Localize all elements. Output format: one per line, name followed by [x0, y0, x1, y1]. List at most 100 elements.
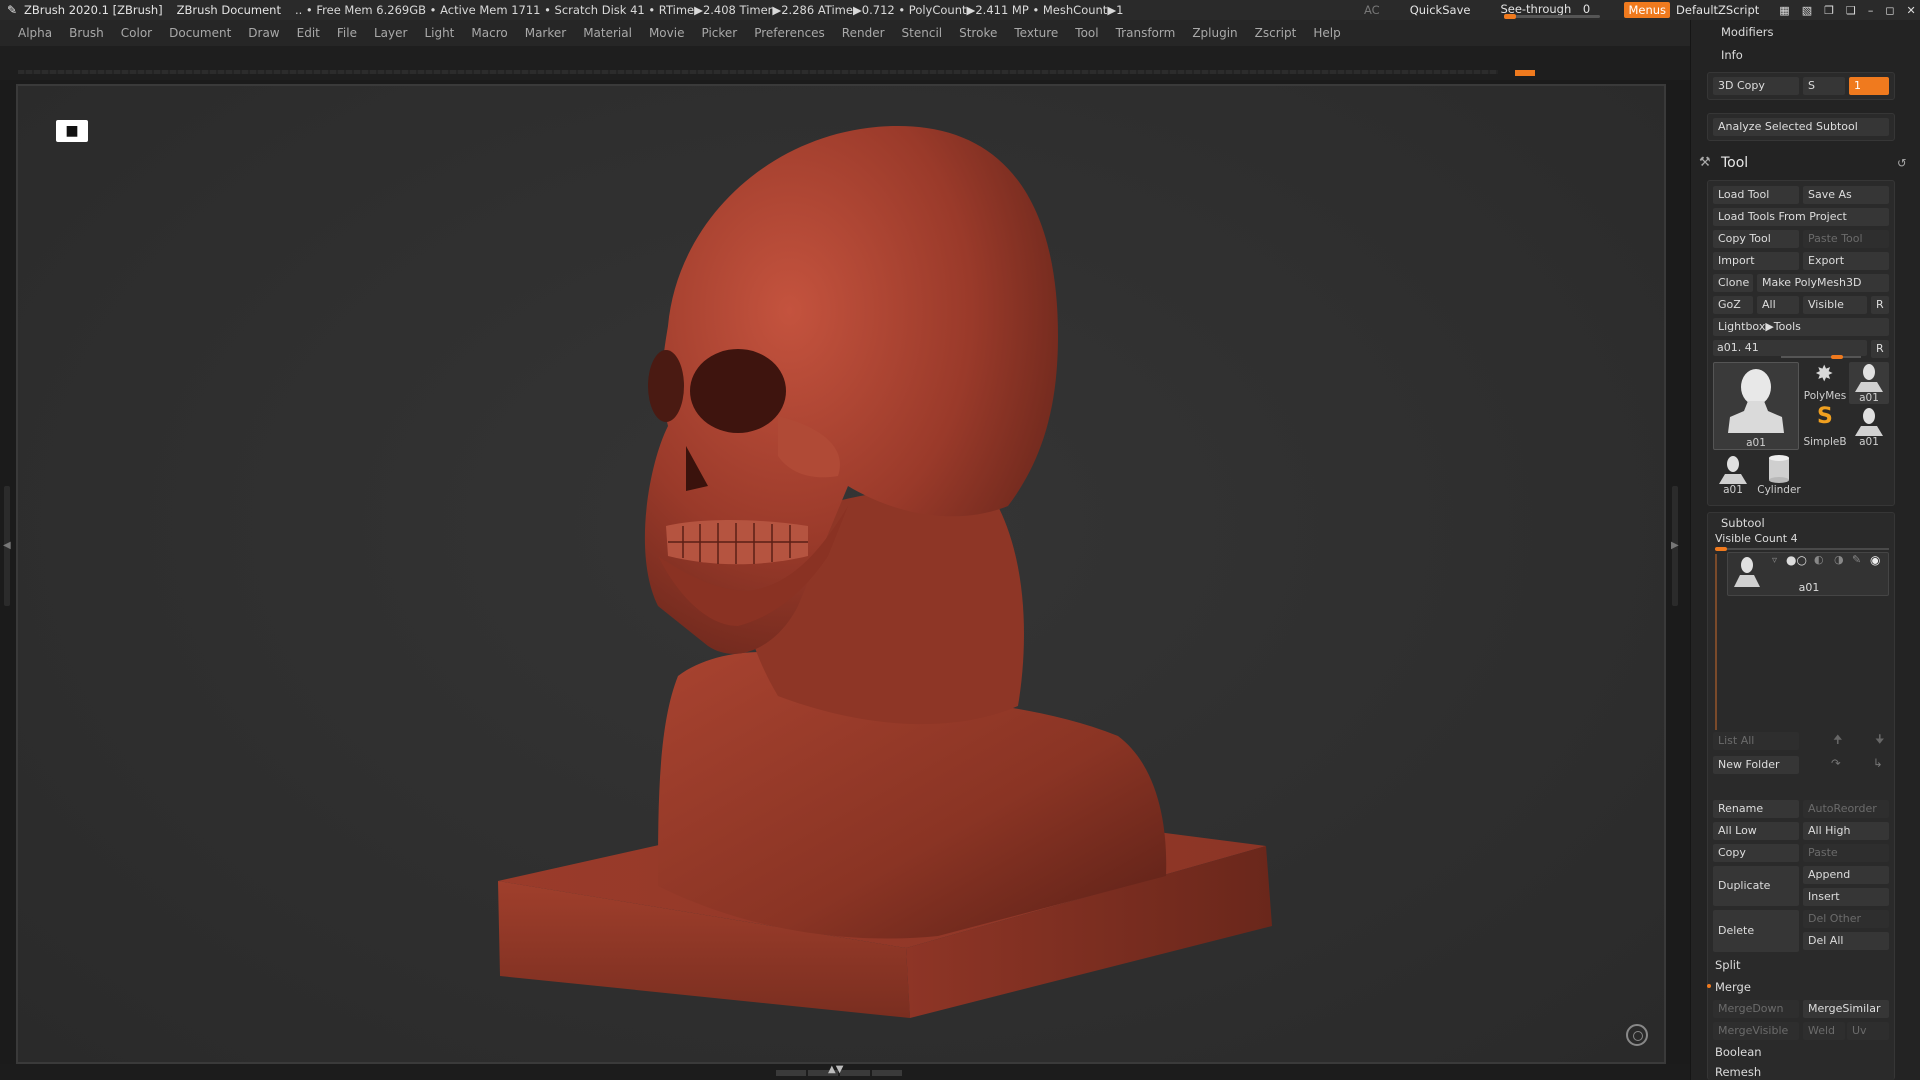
remesh-section[interactable]: Remesh — [1715, 1065, 1761, 1079]
goz-visible-button[interactable]: Visible — [1803, 296, 1867, 314]
subtool-section-title[interactable]: Subtool — [1721, 516, 1765, 530]
delete-button[interactable]: Delete — [1713, 910, 1799, 952]
menu-stencil[interactable]: Stencil — [902, 26, 943, 40]
tool-slider-knob[interactable] — [1831, 355, 1843, 359]
goz-button[interactable]: GoZ — [1713, 296, 1753, 314]
subtool-folder-icon[interactable]: ▿ — [1772, 555, 1777, 566]
split-section[interactable]: Split — [1715, 958, 1741, 972]
copy3d-value-field[interactable]: 1 — [1849, 77, 1889, 95]
import-button[interactable]: Import — [1713, 252, 1799, 270]
list-all-button[interactable]: List All — [1713, 732, 1799, 750]
visible-count-knob[interactable] — [1715, 547, 1727, 551]
copy-button[interactable]: Copy — [1713, 844, 1799, 862]
shelf-ruler[interactable] — [18, 70, 1498, 74]
left-tray-arrow-icon[interactable]: ◀ — [3, 540, 11, 551]
subtool-scrollbar[interactable] — [1715, 554, 1717, 730]
insert-button[interactable]: Insert — [1803, 888, 1889, 906]
tool-r-button[interactable]: R — [1871, 340, 1889, 358]
menu-zplugin[interactable]: Zplugin — [1192, 26, 1237, 40]
tool-thumb-a01-main[interactable]: a01 — [1713, 362, 1799, 450]
make-polymesh-button[interactable]: Make PolyMesh3D — [1757, 274, 1889, 292]
weld-button[interactable]: Weld — [1803, 1022, 1845, 1040]
menu-macro[interactable]: Macro — [471, 26, 507, 40]
menu-picker[interactable]: Picker — [701, 26, 737, 40]
menu-file[interactable]: File — [337, 26, 357, 40]
menu-zscript[interactable]: Zscript — [1255, 26, 1297, 40]
append-button[interactable]: Append — [1803, 866, 1889, 884]
subtool-item-a01[interactable]: ▿ ●○ ◐ ◑ ✎ ◉ a01 — [1727, 552, 1889, 596]
move-up-icon[interactable]: 🠉 — [1833, 732, 1843, 751]
tool-thumb-simpleb[interactable]: S SimpleB — [1803, 404, 1846, 450]
default-zscript-button[interactable]: DefaultZScript — [1676, 3, 1759, 17]
menu-movie[interactable]: Movie — [649, 26, 685, 40]
all-high-button[interactable]: All High — [1803, 822, 1889, 840]
copy3d-button[interactable]: 3D Copy — [1713, 77, 1799, 95]
interface-icon[interactable]: ▧ — [1802, 4, 1812, 17]
paste-button[interactable]: Paste — [1803, 844, 1889, 862]
menu-help[interactable]: Help — [1313, 26, 1340, 40]
menus-toggle[interactable]: Menus — [1624, 2, 1671, 18]
menu-document[interactable]: Document — [169, 26, 231, 40]
maximize-icon[interactable]: ◻ — [1885, 4, 1894, 17]
quicksave-button[interactable]: QuickSave — [1410, 3, 1471, 17]
menu-material[interactable]: Material — [583, 26, 632, 40]
refresh-icon[interactable]: ↺ — [1897, 156, 1907, 170]
folder-up-icon[interactable]: ↷ — [1831, 756, 1841, 770]
menu-render[interactable]: Render — [842, 26, 885, 40]
multi-window-icon[interactable]: ❐ — [1824, 4, 1834, 17]
uv-button[interactable]: Uv — [1847, 1022, 1889, 1040]
new-folder-button[interactable]: New Folder — [1713, 756, 1799, 774]
merge-down-button[interactable]: MergeDown — [1713, 1000, 1799, 1018]
menu-transform[interactable]: Transform — [1116, 26, 1176, 40]
skull-bust-model[interactable] — [18, 86, 1666, 1064]
restore-icon[interactable]: ❑ — [1846, 4, 1856, 17]
boolean-section[interactable]: Boolean — [1715, 1045, 1762, 1059]
menu-preferences[interactable]: Preferences — [754, 26, 825, 40]
copy-tool-button[interactable]: Copy Tool — [1713, 230, 1799, 248]
shelf-marker[interactable] — [1515, 70, 1535, 76]
load-tool-button[interactable]: Load Tool — [1713, 186, 1799, 204]
del-all-button[interactable]: Del All — [1803, 932, 1889, 950]
bottom-tray-arrow-icon[interactable]: ▲▼ — [828, 1064, 843, 1075]
modifiers-label[interactable]: Modifiers — [1721, 25, 1774, 39]
folder-down-icon[interactable]: ↳ — [1873, 756, 1883, 770]
menu-stroke[interactable]: Stroke — [959, 26, 997, 40]
auto-reorder-button[interactable]: AutoReorder — [1803, 800, 1889, 818]
menu-layer[interactable]: Layer — [374, 26, 407, 40]
duplicate-button[interactable]: Duplicate — [1713, 866, 1799, 906]
ac-button[interactable]: AC — [1364, 3, 1380, 17]
menu-tool[interactable]: Tool — [1075, 26, 1098, 40]
clone-button[interactable]: Clone — [1713, 274, 1753, 292]
load-tools-from-project-button[interactable]: Load Tools From Project — [1713, 208, 1889, 226]
tool-thumb-cylinder[interactable]: Cylinder — [1757, 454, 1801, 498]
see-through-slider[interactable]: See-through 0 — [1500, 0, 1610, 20]
merge-section[interactable]: Merge — [1715, 980, 1751, 994]
goz-all-button[interactable]: All — [1757, 296, 1799, 314]
menu-draw[interactable]: Draw — [248, 26, 279, 40]
menu-light[interactable]: Light — [424, 26, 454, 40]
menu-brush[interactable]: Brush — [69, 26, 104, 40]
export-button[interactable]: Export — [1803, 252, 1889, 270]
navigation-gizmo-icon[interactable] — [1626, 1024, 1648, 1046]
save-as-button[interactable]: Save As — [1803, 186, 1889, 204]
tool-thumb-a01-small1[interactable]: a01 — [1849, 362, 1889, 404]
menu-alpha[interactable]: Alpha — [18, 26, 52, 40]
subtool-toggle-icon[interactable]: ●○ — [1786, 553, 1807, 567]
info-label[interactable]: Info — [1721, 48, 1743, 62]
move-down-icon[interactable]: 🠋 — [1875, 732, 1885, 751]
menu-texture[interactable]: Texture — [1014, 26, 1058, 40]
minimize-icon[interactable]: – — [1868, 4, 1874, 17]
rename-button[interactable]: Rename — [1713, 800, 1799, 818]
tool-thumb-polymesh[interactable]: ✸ PolyMes — [1804, 362, 1847, 404]
right-tray-arrow-icon[interactable]: ▶ — [1671, 540, 1679, 551]
subtool-brush-icon[interactable]: ✎ — [1852, 553, 1861, 566]
menu-marker[interactable]: Marker — [525, 26, 566, 40]
merge-visible-button[interactable]: MergeVisible — [1713, 1022, 1799, 1040]
menu-color[interactable]: Color — [121, 26, 152, 40]
del-other-button[interactable]: Del Other — [1803, 910, 1889, 928]
merge-similar-button[interactable]: MergeSimilar — [1803, 1000, 1889, 1018]
paste-tool-button[interactable]: Paste Tool — [1803, 230, 1889, 248]
close-icon[interactable]: ✕ — [1907, 4, 1916, 17]
tool-section-title[interactable]: Tool — [1721, 155, 1748, 171]
layout-icon[interactable]: ▦ — [1779, 4, 1789, 17]
